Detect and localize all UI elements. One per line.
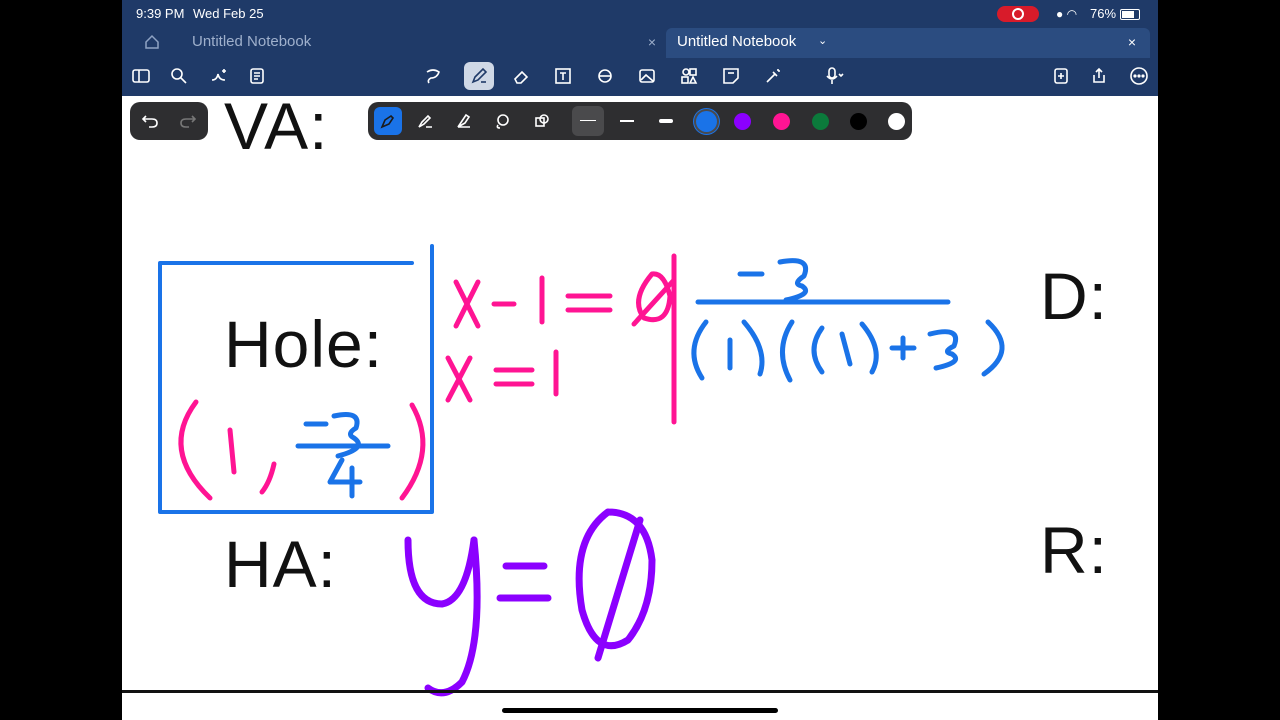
x-solve-ink [445,253,677,425]
home-indicator[interactable] [502,708,778,713]
ipad-screen: 9:39 PM Wed Feb 25 ● ◠ 76% Untitled Note… [122,0,1158,720]
page-bottom-edge [122,690,1158,693]
ha-answer-ink [404,508,656,697]
hole-box [158,244,434,514]
handwriting-ink [158,244,1005,697]
hole-coordinate-ink [178,399,426,501]
hole-fraction-ink [295,412,391,499]
substitution-ink [691,258,1005,383]
